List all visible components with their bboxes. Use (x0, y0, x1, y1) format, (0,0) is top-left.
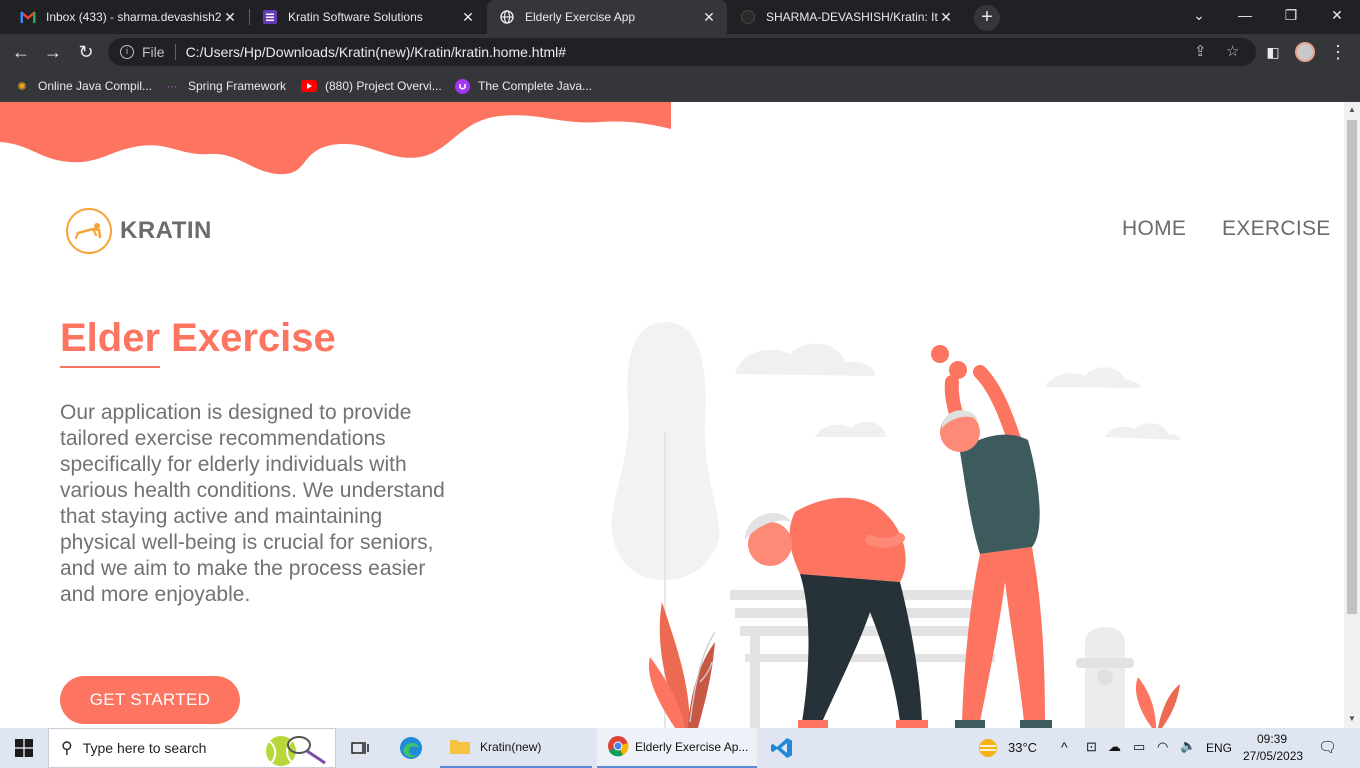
weather-temperature[interactable]: 33°C (1008, 740, 1037, 755)
new-tab-button[interactable]: + (974, 5, 1000, 31)
avatar[interactable] (1295, 42, 1315, 62)
close-window-button[interactable]: ✕ (1314, 4, 1360, 30)
menu-kebab-icon[interactable]: ⋮ (1327, 41, 1349, 63)
weather-sun-icon[interactable] (976, 728, 1000, 768)
get-started-button[interactable]: GET STARTED (60, 676, 240, 724)
page-scrollbar[interactable]: ▲ ▼ (1344, 102, 1360, 728)
meet-now-icon[interactable]: ⊡ (1086, 739, 1097, 755)
hero-title: Elder Exercise (60, 316, 336, 360)
onedrive-cloud-icon[interactable]: ☁ (1108, 739, 1121, 755)
bookmark-item[interactable]: ✺ Online Java Compil... (14, 77, 152, 95)
battery-icon[interactable]: ▭ (1133, 739, 1145, 755)
bookmarks-bar: ✺ Online Java Compil... ⋯ Spring Framewo… (0, 70, 1360, 102)
hero-description: Our application is designed to provide t… (60, 401, 445, 606)
notification-icon[interactable]: 🗨 (1318, 738, 1337, 756)
github-icon (740, 9, 756, 25)
taskbar-app-explorer[interactable]: Kratin(new) (440, 728, 592, 768)
brand-name: KRATIN (120, 217, 212, 244)
clock-time[interactable]: 09:39 (1257, 732, 1287, 746)
elderly-exercise-illustration (611, 322, 1181, 728)
language-indicator[interactable]: ENG (1206, 741, 1232, 755)
nav-exercise-link[interactable]: EXERCISE (1222, 217, 1331, 241)
sidebar-icon[interactable]: ◧ (1262, 41, 1284, 63)
task-view-icon[interactable] (346, 728, 374, 768)
header-wave-decoration (0, 102, 671, 175)
chevron-up-icon[interactable]: ^ (1061, 739, 1068, 755)
scroll-up-icon[interactable]: ▲ (1347, 105, 1357, 115)
start-button[interactable] (0, 728, 48, 768)
tab-elderly-exercise[interactable]: Elderly Exercise App ✕ (487, 0, 727, 34)
web-page: KRATIN HOME EXERCISE Elder Exercise Our … (0, 102, 1344, 728)
tab-github[interactable]: SHARMA-DEVASHISH/Kratin: It is ✕ (728, 0, 964, 34)
tab-kratin-forms[interactable]: Kratin Software Solutions ✕ (250, 0, 486, 34)
close-tab-icon[interactable]: ✕ (938, 9, 954, 26)
search-icon: ⚲ (61, 740, 73, 757)
youtube-icon (301, 78, 317, 94)
title-underline (60, 366, 160, 368)
address-bar[interactable]: i File C:/Users/Hp/Downloads/Kratin(new)… (108, 38, 1256, 66)
udemy-icon (454, 78, 470, 94)
bookmark-item[interactable]: The Complete Java... (454, 77, 592, 95)
browser-tab-bar: Inbox (433) - sharma.devashish2 ✕ Kratin… (0, 0, 1360, 34)
globe-icon (499, 9, 515, 25)
tab-gmail[interactable]: Inbox (433) - sharma.devashish2 ✕ (8, 0, 248, 34)
url-text[interactable]: C:/Users/Hp/Downloads/Kratin(new)/Kratin… (186, 44, 566, 60)
brand[interactable]: KRATIN (66, 207, 212, 255)
windows-logo-icon (15, 739, 33, 757)
reload-icon[interactable]: ↻ (75, 41, 97, 63)
vscode-icon[interactable] (768, 728, 796, 768)
tab-search-chevron-icon[interactable]: ⌄ (1176, 4, 1222, 30)
info-icon[interactable]: i (120, 45, 134, 59)
taskbar-app-chrome[interactable]: Elderly Exercise Ap... (597, 728, 757, 768)
close-tab-icon[interactable]: ✕ (460, 9, 476, 26)
logo-exercise-icon (66, 208, 112, 254)
close-tab-icon[interactable]: ✕ (222, 9, 238, 26)
forms-icon (262, 9, 278, 25)
taskbar-search-box[interactable]: ⚲ Type here to search (48, 728, 336, 768)
scroll-down-icon[interactable]: ▼ (1347, 714, 1357, 724)
nav-home-link[interactable]: HOME (1122, 217, 1186, 241)
share-icon[interactable]: ⇪ (1194, 42, 1207, 60)
edge-icon[interactable] (396, 728, 426, 768)
forward-arrow-icon[interactable]: → (42, 41, 64, 63)
spring-icon: ⋯ (166, 80, 178, 93)
gmail-icon (20, 9, 36, 25)
minimize-button[interactable]: — (1222, 4, 1268, 30)
volume-icon[interactable]: 🔈 (1180, 738, 1196, 754)
bookmark-item[interactable]: (880) Project Overvi... (301, 77, 442, 95)
chrome-icon (607, 735, 629, 760)
clock-date[interactable]: 27/05/2023 (1243, 749, 1303, 763)
folder-icon (450, 738, 470, 757)
windows-taskbar: ⚲ Type here to search Kratin(new) Elderl… (0, 728, 1360, 768)
browser-toolbar: ← → ↻ i File C:/Users/Hp/Downloads/Krati… (0, 34, 1360, 70)
restore-button[interactable]: ❐ (1268, 4, 1314, 30)
wifi-icon[interactable]: ◠ (1157, 739, 1168, 755)
scrollbar-thumb[interactable] (1347, 120, 1357, 614)
back-arrow-icon[interactable]: ← (10, 41, 32, 63)
tennis-doodle-icon (266, 736, 326, 766)
bookmark-item[interactable]: ⋯ Spring Framework (164, 77, 287, 95)
bookmark-star-icon[interactable]: ☆ (1226, 42, 1239, 60)
compiler-icon: ✺ (17, 80, 27, 93)
close-tab-icon[interactable]: ✕ (701, 9, 717, 26)
